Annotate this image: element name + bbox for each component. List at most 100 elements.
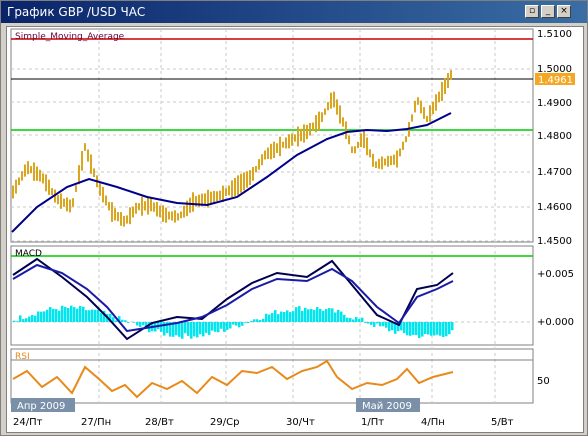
- macd-bar: [271, 313, 274, 322]
- macd-bar: [58, 310, 61, 322]
- close-button[interactable]: ×: [557, 5, 571, 18]
- macd-bar: [256, 319, 259, 322]
- macd-bar: [100, 312, 103, 322]
- time-axis-label: 5/Вт: [491, 417, 514, 428]
- macd-bar: [16, 321, 19, 322]
- title-bar[interactable]: График GBP /USD ЧАС ▫ _ ×: [1, 1, 587, 23]
- close-icon: ×: [560, 6, 568, 16]
- macd-bar: [127, 322, 130, 323]
- macd-bar: [265, 313, 268, 322]
- macd-bar: [307, 309, 310, 322]
- macd-bar: [250, 321, 253, 322]
- restore-icon: ▫: [528, 6, 536, 16]
- rsi-axis-label: 50: [537, 376, 550, 387]
- macd-bar: [361, 317, 364, 322]
- rsi-panel[interactable]: [10, 348, 534, 404]
- macd-bar: [85, 310, 88, 322]
- macd-bar: [79, 305, 82, 322]
- macd-bar: [229, 322, 232, 329]
- macd-bar: [451, 322, 454, 331]
- macd-bar: [403, 322, 406, 334]
- macd-panel[interactable]: [10, 245, 534, 346]
- macd-bar: [277, 314, 280, 322]
- macd-bar: [25, 318, 28, 322]
- chart-area[interactable]: 1.5100 1.5000 1.4900 1.4800 1.4700 1.460…: [6, 26, 584, 433]
- macd-bar: [427, 322, 430, 335]
- macd-bar: [346, 317, 349, 322]
- price-axis-label: 1.4900: [537, 98, 572, 109]
- macd-bar: [37, 311, 40, 322]
- macd-bar: [415, 322, 418, 336]
- macd-bar: [67, 308, 70, 322]
- macd-bar: [241, 322, 244, 326]
- macd-bar: [301, 310, 304, 322]
- macd-bar: [376, 322, 379, 324]
- macd-bar: [208, 322, 211, 335]
- minimize-icon: _: [545, 6, 551, 16]
- macd-bar: [184, 322, 187, 334]
- macd-bar: [193, 322, 196, 337]
- macd-bar: [235, 322, 238, 326]
- macd-bar: [139, 322, 142, 327]
- macd-bar: [268, 314, 271, 322]
- macd-bar: [232, 322, 235, 325]
- macd-bar: [322, 310, 325, 322]
- price-axis-label: 1.4700: [537, 167, 572, 178]
- macd-bar: [136, 322, 139, 326]
- macd-bar: [304, 307, 307, 322]
- sma-indicator-label: Simple_Moving_Average: [15, 32, 125, 42]
- month-badge-label: Май 2009: [362, 401, 412, 412]
- chart-svg[interactable]: 1.5100 1.5000 1.4900 1.4800 1.4700 1.460…: [7, 27, 583, 432]
- macd-bar: [13, 320, 16, 322]
- macd-bar: [388, 322, 391, 332]
- macd-bar: [40, 311, 43, 322]
- macd-bar: [43, 311, 46, 322]
- macd-bar: [199, 322, 202, 335]
- macd-bar: [64, 307, 67, 322]
- macd-bar: [331, 308, 334, 322]
- macd-bar: [382, 322, 385, 327]
- macd-bar: [358, 318, 361, 322]
- minimize-button[interactable]: _: [541, 5, 555, 18]
- macd-bar: [28, 316, 31, 322]
- macd-bar: [46, 309, 49, 322]
- macd-bar: [238, 322, 241, 328]
- time-axis-label: 29/Ср: [210, 417, 239, 428]
- month-badge-label: Апр 2009: [17, 401, 65, 412]
- price-axis-label: 1.5100: [537, 29, 572, 40]
- macd-bar: [286, 310, 289, 322]
- macd-bar: [436, 322, 439, 335]
- price-axis-label: 1.4800: [537, 131, 572, 142]
- macd-bar: [310, 309, 313, 322]
- macd-bar: [355, 316, 358, 322]
- macd-bar: [211, 322, 214, 331]
- macd-bar: [409, 322, 412, 336]
- time-axis-label: 4/Пн: [421, 417, 445, 428]
- macd-bar: [448, 322, 451, 335]
- macd-bar: [439, 322, 442, 336]
- macd-bar: [88, 310, 91, 322]
- price-axis-label: 1.4600: [537, 202, 572, 213]
- macd-bar: [121, 319, 124, 322]
- macd-bar: [298, 306, 301, 322]
- macd-bar: [385, 322, 388, 328]
- macd-bar: [325, 309, 328, 322]
- macd-bar: [319, 308, 322, 322]
- macd-bar: [379, 322, 382, 327]
- macd-bar: [274, 310, 277, 322]
- current-price-value: 1.4961: [538, 75, 573, 86]
- time-axis-label: 24/Пт: [13, 417, 43, 428]
- macd-label: MACD: [15, 249, 42, 259]
- macd-bar: [283, 312, 286, 322]
- macd-bar: [94, 309, 97, 322]
- macd-bar: [421, 322, 424, 337]
- macd-bar: [316, 307, 319, 322]
- macd-bar: [280, 311, 283, 322]
- macd-bar: [406, 322, 409, 336]
- macd-bar: [442, 322, 445, 338]
- restore-button[interactable]: ▫: [525, 5, 539, 18]
- macd-bar: [52, 308, 55, 322]
- macd-bar: [214, 322, 217, 332]
- macd-bar: [343, 314, 346, 322]
- macd-bar: [253, 319, 256, 322]
